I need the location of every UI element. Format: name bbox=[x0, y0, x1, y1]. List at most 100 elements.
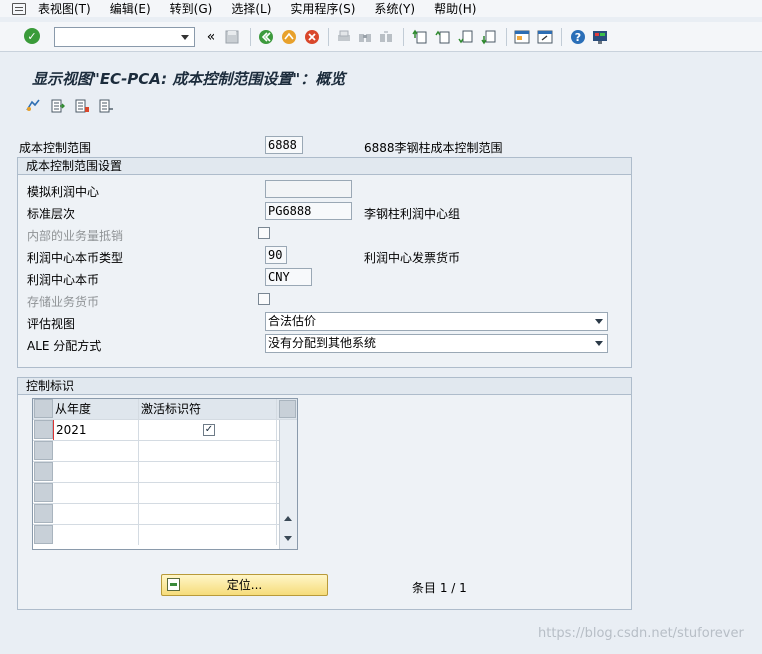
from-year-cell[interactable] bbox=[53, 504, 139, 524]
dummy-profit-center-field[interactable] bbox=[265, 180, 352, 198]
chevron-down-icon[interactable] bbox=[595, 319, 603, 324]
active-indicator-cell[interactable] bbox=[139, 483, 277, 503]
standard-hierarchy-field[interactable]: PG6888 bbox=[265, 202, 352, 220]
row-selector[interactable] bbox=[34, 441, 53, 460]
chevron-down-icon[interactable] bbox=[595, 341, 603, 346]
table-vertical-scrollbar[interactable] bbox=[279, 420, 297, 549]
from-year-cell[interactable] bbox=[53, 525, 139, 545]
find-next-icon[interactable] bbox=[378, 29, 394, 45]
ale-distribution-label: ALE 分配方式 bbox=[27, 339, 102, 353]
table-row[interactable] bbox=[33, 525, 297, 546]
table-row[interactable] bbox=[33, 441, 297, 462]
valuation-view-dropdown[interactable]: 合法估价 bbox=[265, 312, 608, 331]
store-transaction-currency-label: 存储业务货币 bbox=[27, 295, 100, 309]
standard-hierarchy-description: 李钢柱利润中心组 bbox=[364, 207, 461, 221]
active-indicator-cell[interactable] bbox=[139, 441, 277, 461]
menu-goto[interactable]: 转到(G) bbox=[170, 0, 213, 17]
previous-page-icon[interactable] bbox=[435, 29, 451, 45]
select-all-rows-button[interactable] bbox=[34, 399, 53, 418]
entry-counter: 条目 1 / 1 bbox=[412, 581, 467, 595]
table-header-row: 从年度 激活标识符 bbox=[33, 399, 297, 420]
valuation-view-label: 评估视图 bbox=[27, 317, 76, 331]
controlling-area-field[interactable]: 6888 bbox=[265, 136, 303, 154]
command-field[interactable] bbox=[54, 27, 195, 47]
active-indicator-cell[interactable] bbox=[139, 462, 277, 482]
layout-menu-icon[interactable] bbox=[592, 29, 608, 45]
next-page-icon[interactable] bbox=[458, 29, 474, 45]
settings-group-title: 成本控制范围设置 bbox=[18, 158, 631, 175]
display-change-icon[interactable] bbox=[25, 98, 41, 114]
deselect-all-icon[interactable] bbox=[98, 98, 114, 114]
menu-utilities[interactable]: 实用程序(S) bbox=[290, 0, 355, 17]
standard-toolbar: ✓ « ? bbox=[0, 22, 762, 52]
active-indicator-cell[interactable] bbox=[139, 525, 277, 545]
menu-edit[interactable]: 编辑(E) bbox=[110, 0, 151, 17]
first-page-icon[interactable] bbox=[412, 29, 428, 45]
select-block-icon[interactable] bbox=[74, 98, 90, 114]
command-input[interactable] bbox=[55, 28, 175, 46]
table-row[interactable] bbox=[33, 462, 297, 483]
row-selector[interactable] bbox=[34, 462, 53, 481]
control-indicators-title: 控制标识 bbox=[18, 378, 631, 395]
column-header-from-year[interactable]: 从年度 bbox=[53, 399, 139, 419]
exit-icon[interactable] bbox=[281, 29, 297, 45]
menu-bar: 表视图(T) 编辑(E) 转到(G) 选择(L) 实用程序(S) 系统(Y) 帮… bbox=[0, 0, 762, 17]
svg-text:?: ? bbox=[575, 31, 581, 44]
menu-help[interactable]: 帮助(H) bbox=[434, 0, 476, 17]
active-indicator-cell: ✓ bbox=[139, 420, 277, 440]
from-year-cell[interactable] bbox=[53, 441, 139, 461]
menu-selection[interactable]: 选择(L) bbox=[231, 0, 271, 17]
chevron-down-icon[interactable] bbox=[181, 35, 189, 40]
back-icon[interactable] bbox=[258, 29, 274, 45]
new-session-icon[interactable] bbox=[514, 29, 530, 45]
row-selector[interactable] bbox=[34, 483, 53, 502]
help-icon[interactable]: ? bbox=[570, 29, 586, 45]
scroll-up-icon[interactable] bbox=[284, 516, 292, 521]
pc-currency-type-label: 利润中心本币类型 bbox=[27, 251, 124, 265]
page-title: 显示视图"EC-PCA: 成本控制范围设置"：概览 bbox=[32, 70, 346, 88]
table-row[interactable] bbox=[33, 483, 297, 504]
shortcut-icon[interactable] bbox=[537, 29, 553, 45]
fiscal-year-table: 从年度 激活标识符 2021 ✓ bbox=[32, 398, 298, 550]
window-menu-icon[interactable] bbox=[12, 2, 26, 15]
last-page-icon[interactable] bbox=[481, 29, 497, 45]
find-icon[interactable] bbox=[357, 29, 373, 45]
scroll-down-icon[interactable] bbox=[284, 536, 292, 541]
cancel-icon[interactable] bbox=[304, 29, 320, 45]
from-year-cell[interactable] bbox=[53, 462, 139, 482]
back-arrows-icon[interactable]: « bbox=[203, 29, 219, 45]
dummy-profit-center-label: 模拟利润中心 bbox=[27, 185, 100, 199]
standard-hierarchy-label: 标准层次 bbox=[27, 207, 76, 221]
from-year-cell[interactable]: 2021 bbox=[53, 420, 139, 440]
pc-local-currency-label: 利润中心本币 bbox=[27, 273, 100, 287]
select-all-icon[interactable] bbox=[50, 98, 66, 114]
save-icon[interactable] bbox=[224, 29, 240, 45]
table-settings-icon[interactable] bbox=[279, 400, 296, 418]
active-indicator-cell[interactable] bbox=[139, 504, 277, 524]
internal-volume-elimination-label: 内部的业务量抵销 bbox=[27, 229, 124, 243]
menu-system[interactable]: 系统(Y) bbox=[374, 0, 415, 17]
controlling-area-label: 成本控制范围 bbox=[19, 141, 92, 155]
column-header-active-indicator[interactable]: 激活标识符 bbox=[139, 399, 277, 419]
row-selector[interactable] bbox=[34, 420, 53, 439]
position-button-label: 定位... bbox=[226, 578, 263, 592]
from-year-cell[interactable] bbox=[53, 483, 139, 503]
position-icon bbox=[167, 578, 180, 591]
ale-distribution-value: 没有分配到其他系统 bbox=[268, 336, 377, 350]
row-selector[interactable] bbox=[34, 504, 53, 523]
watermark: https://blog.csdn.net/stuforever bbox=[538, 626, 744, 641]
menu-table-view[interactable]: 表视图(T) bbox=[38, 0, 91, 17]
print-icon[interactable] bbox=[336, 29, 352, 45]
pc-local-currency-field[interactable]: CNY bbox=[265, 268, 312, 286]
table-row[interactable]: 2021 ✓ bbox=[33, 420, 297, 441]
store-transaction-currency-checkbox[interactable] bbox=[258, 293, 270, 305]
active-indicator-checkbox[interactable]: ✓ bbox=[203, 424, 215, 436]
ale-distribution-dropdown[interactable]: 没有分配到其他系统 bbox=[265, 334, 608, 353]
enter-check-icon[interactable]: ✓ bbox=[24, 28, 40, 44]
internal-volume-elimination-checkbox[interactable] bbox=[258, 227, 270, 239]
position-button[interactable]: 定位... bbox=[161, 574, 328, 596]
table-row[interactable] bbox=[33, 504, 297, 525]
pc-currency-type-description: 利润中心发票货币 bbox=[364, 251, 461, 265]
row-selector[interactable] bbox=[34, 525, 53, 544]
pc-currency-type-field[interactable]: 90 bbox=[265, 246, 287, 264]
